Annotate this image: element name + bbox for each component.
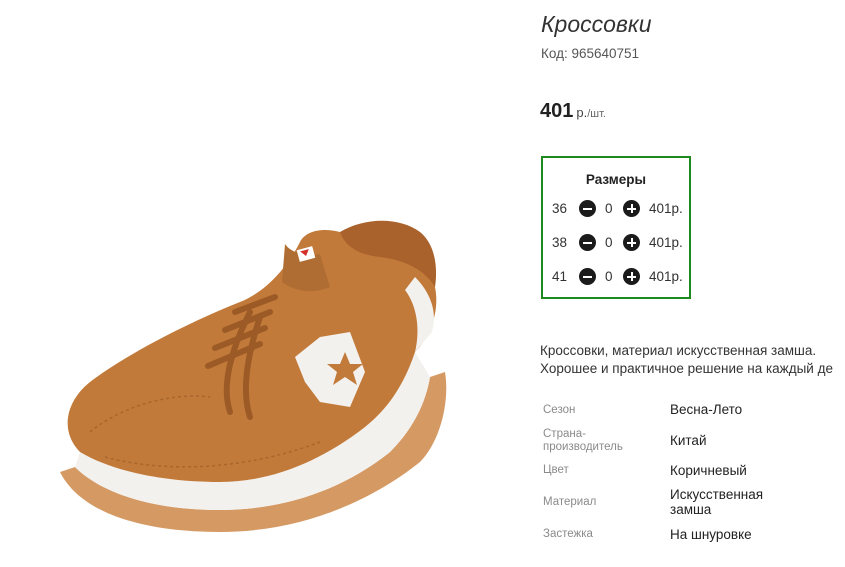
product-title: Кроссовки <box>541 11 652 37</box>
spec-value: Искусственная замша <box>670 487 764 517</box>
product-price: 401 р./шт. <box>540 100 606 123</box>
product-page: Кроссовки Код: 965640751 401 р./шт. Разме… <box>0 0 845 567</box>
sneaker-image <box>20 12 515 560</box>
price-value: 401 <box>540 100 574 122</box>
size-label: 36 <box>552 201 568 216</box>
size-quantity: 0 <box>605 201 613 216</box>
size-row-41: 41 0 401р. <box>543 267 689 287</box>
product-description: Кроссовки, материал искусственная замша.… <box>540 342 845 377</box>
size-quantity: 0 <box>605 235 613 250</box>
price-per: /шт. <box>587 108 606 120</box>
plus-circle-icon[interactable] <box>623 200 640 217</box>
description-line: Хорошее и практичное решение на каждый д… <box>540 360 833 376</box>
minus-circle-icon[interactable] <box>579 200 596 217</box>
product-photo[interactable] <box>20 12 515 560</box>
plus-circle-icon[interactable] <box>623 234 640 251</box>
spec-name: Материал <box>543 496 597 508</box>
spec-value: На шнуровке <box>670 527 752 542</box>
spec-name: Цвет <box>543 464 569 476</box>
size-price: 401р. <box>649 269 683 284</box>
minus-circle-icon[interactable] <box>579 234 596 251</box>
size-price: 401р. <box>649 201 683 216</box>
spec-name: Сезон <box>543 404 576 416</box>
spec-value: Китай <box>670 433 707 448</box>
sizes-panel: Размеры 36 0 401р. 38 0 401р. 41 0 401р. <box>541 156 691 299</box>
spec-value: Весна-Лето <box>670 402 743 417</box>
size-price: 401р. <box>649 235 683 250</box>
size-row-36: 36 0 401р. <box>543 199 689 219</box>
product-sku: Код: 965640751 <box>541 46 639 61</box>
size-quantity: 0 <box>605 269 613 284</box>
spec-name: Застежка <box>543 528 593 540</box>
product-details: Кроссовки Код: 965640751 401 р./шт. Разме… <box>540 0 845 567</box>
size-label: 41 <box>552 269 568 284</box>
size-label: 38 <box>552 235 568 250</box>
description-line: Кроссовки, материал искусственная замша. <box>540 343 817 358</box>
spec-value: Коричневый <box>670 463 747 478</box>
price-currency: р. <box>576 105 588 120</box>
size-row-38: 38 0 401р. <box>543 233 689 253</box>
sku-label: Код: <box>541 46 568 61</box>
sizes-title: Размеры <box>585 172 647 187</box>
spec-name: Страна-производитель <box>543 428 623 453</box>
minus-circle-icon[interactable] <box>579 268 596 285</box>
sku-value: 965640751 <box>571 46 640 61</box>
plus-circle-icon[interactable] <box>623 268 640 285</box>
price-unit: р./шт. <box>576 105 606 120</box>
